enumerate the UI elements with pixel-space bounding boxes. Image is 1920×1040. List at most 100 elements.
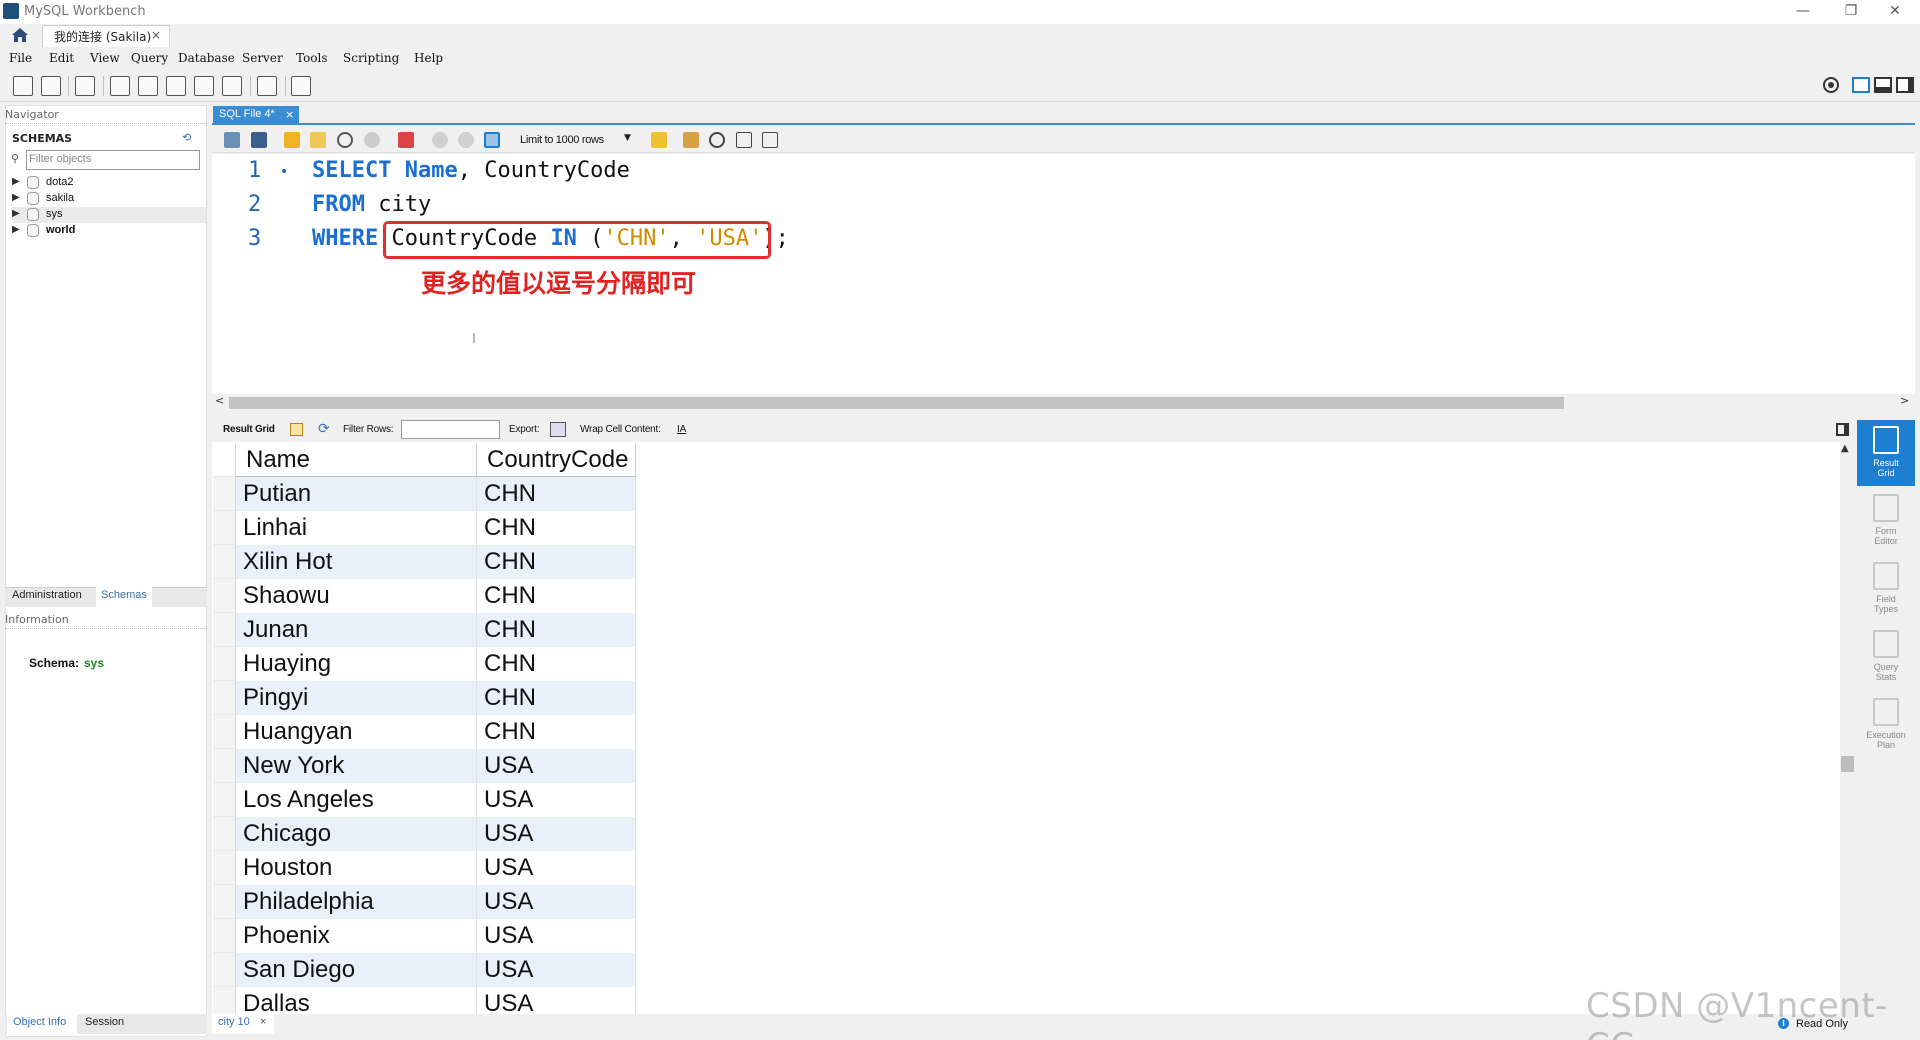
execute-current-icon[interactable] (310, 132, 326, 148)
table-cell-name[interactable]: Linhai (236, 511, 477, 545)
scroll-up-icon[interactable]: ▲ (1841, 443, 1849, 454)
row-header[interactable] (213, 817, 236, 851)
tab-administration[interactable]: Administration (12, 589, 82, 601)
row-header[interactable] (213, 715, 236, 749)
table-cell-countrycode[interactable]: CHN (477, 681, 636, 715)
row-header[interactable] (213, 545, 236, 579)
result-tab-city-10[interactable]: city 10 (218, 1016, 250, 1028)
search-table-data-icon[interactable] (257, 76, 277, 96)
table-cell-countrycode[interactable]: CHN (477, 511, 636, 545)
table-cell-name[interactable]: Huangyan (236, 715, 477, 749)
toggle-panel-icon[interactable] (1836, 423, 1849, 436)
tab-object-info[interactable]: Object Info (13, 1016, 66, 1028)
home-icon[interactable] (10, 26, 30, 44)
table-cell-name[interactable]: San Diego (236, 953, 477, 987)
side-panel-field-types[interactable]: Field Types (1857, 556, 1915, 622)
word-wrap-icon[interactable] (762, 132, 778, 148)
reconnect-icon[interactable] (291, 76, 311, 96)
table-cell-countrycode[interactable]: CHN (477, 715, 636, 749)
create-schema-icon[interactable] (110, 76, 130, 96)
open-file-icon[interactable] (224, 132, 240, 148)
result-tab-close-icon[interactable]: × (260, 1016, 266, 1028)
create-table-icon[interactable] (138, 76, 158, 96)
row-header[interactable] (213, 885, 236, 919)
filter-rows-input[interactable] (401, 420, 500, 439)
row-header[interactable] (213, 579, 236, 613)
expand-arrow-icon[interactable]: ▶ (12, 192, 20, 203)
result-grid-label[interactable]: Result Grid (223, 424, 275, 435)
table-cell-countrycode[interactable]: CHN (477, 477, 636, 511)
explain-icon[interactable] (337, 132, 353, 148)
schema-tree-item-sakila[interactable]: ▶ sakila (12, 191, 206, 207)
table-cell-name[interactable]: Philadelphia (236, 885, 477, 919)
toggle-errors-icon[interactable] (398, 132, 414, 148)
schema-tree-item-world[interactable]: ▶ world (12, 223, 206, 239)
create-view-icon[interactable] (166, 76, 186, 96)
inspector-icon[interactable] (75, 76, 95, 96)
find-icon[interactable] (709, 132, 725, 148)
schema-tree-item-sys[interactable]: ▶ sys (12, 207, 206, 223)
side-panel-query-stats[interactable]: Query Stats (1857, 624, 1915, 690)
side-panel-execution-plan[interactable]: Execution Plan (1857, 692, 1915, 758)
side-panel-result-grid[interactable]: Result Grid (1857, 420, 1915, 486)
menu-file[interactable]: File (9, 51, 32, 65)
scrollbar-thumb[interactable] (229, 397, 1564, 409)
settings-gear-icon[interactable] (1822, 76, 1840, 94)
table-cell-name[interactable]: Junan (236, 613, 477, 647)
menu-database[interactable]: Database (178, 51, 235, 65)
menu-help[interactable]: Help (414, 51, 443, 65)
commit-icon[interactable] (432, 132, 448, 148)
close-window-button[interactable]: ✕ (1880, 3, 1910, 21)
table-cell-countrycode[interactable]: USA (477, 919, 636, 953)
tab-session[interactable]: Session (85, 1016, 124, 1028)
toggle-sidebar-icon[interactable] (1852, 77, 1870, 93)
tab-schemas[interactable]: Schemas (101, 589, 147, 601)
table-cell-countrycode[interactable]: USA (477, 851, 636, 885)
scrollbar-thumb[interactable] (1841, 756, 1854, 772)
table-cell-countrycode[interactable]: USA (477, 817, 636, 851)
table-cell-name[interactable]: Xilin Hot (236, 545, 477, 579)
table-cell-countrycode[interactable]: CHN (477, 545, 636, 579)
add-snippet-icon[interactable] (651, 132, 667, 148)
stop-icon[interactable] (364, 132, 380, 148)
menu-server[interactable]: Server (242, 51, 283, 65)
grid-vertical-scrollbar[interactable] (1840, 442, 1855, 1014)
connection-tab-close-icon[interactable]: × (151, 28, 161, 42)
table-cell-countrycode[interactable]: USA (477, 953, 636, 987)
scroll-left-icon[interactable]: < (215, 394, 224, 407)
export-icon[interactable] (550, 422, 566, 437)
refresh-schemas-icon[interactable]: ⟲ (182, 131, 191, 144)
expand-arrow-icon[interactable]: ▶ (12, 224, 20, 235)
table-cell-name[interactable]: Houston (236, 851, 477, 885)
rollback-icon[interactable] (458, 132, 474, 148)
table-cell-name[interactable]: Los Angeles (236, 783, 477, 817)
row-header[interactable] (213, 477, 236, 511)
expand-arrow-icon[interactable]: ▶ (12, 208, 20, 219)
restore-button[interactable]: ❐ (1836, 3, 1866, 21)
side-panel-form-editor[interactable]: Form Editor (1857, 488, 1915, 554)
table-cell-name[interactable]: Putian (236, 477, 477, 511)
table-cell-name[interactable]: Pingyi (236, 681, 477, 715)
column-header-name[interactable]: Name (236, 443, 477, 477)
row-header[interactable] (213, 647, 236, 681)
refresh-icon[interactable]: ⟳ (318, 421, 330, 437)
autocommit-icon[interactable] (484, 132, 500, 148)
toggle-output-icon[interactable] (1874, 77, 1892, 93)
row-header[interactable] (213, 613, 236, 647)
grid-icon[interactable] (290, 423, 303, 436)
expand-arrow-icon[interactable]: ▶ (12, 176, 20, 187)
menu-scripting[interactable]: Scripting (343, 51, 399, 65)
create-function-icon[interactable] (222, 76, 242, 96)
column-header-countrycode[interactable]: CountryCode (477, 443, 636, 477)
wrap-toggle-icon[interactable]: IA (677, 424, 686, 435)
limit-rows-select[interactable]: Limit to 1000 rows (520, 134, 604, 146)
table-cell-countrycode[interactable]: USA (477, 749, 636, 783)
table-cell-countrycode[interactable]: USA (477, 885, 636, 919)
menu-query[interactable]: Query (131, 51, 168, 65)
minimize-button[interactable]: — (1788, 3, 1818, 21)
chevron-down-icon[interactable]: ▼ (624, 133, 631, 143)
table-cell-countrycode[interactable]: CHN (477, 613, 636, 647)
menu-view[interactable]: View (90, 51, 120, 65)
open-sql-script-icon[interactable] (41, 76, 61, 96)
menu-edit[interactable]: Edit (49, 51, 74, 65)
